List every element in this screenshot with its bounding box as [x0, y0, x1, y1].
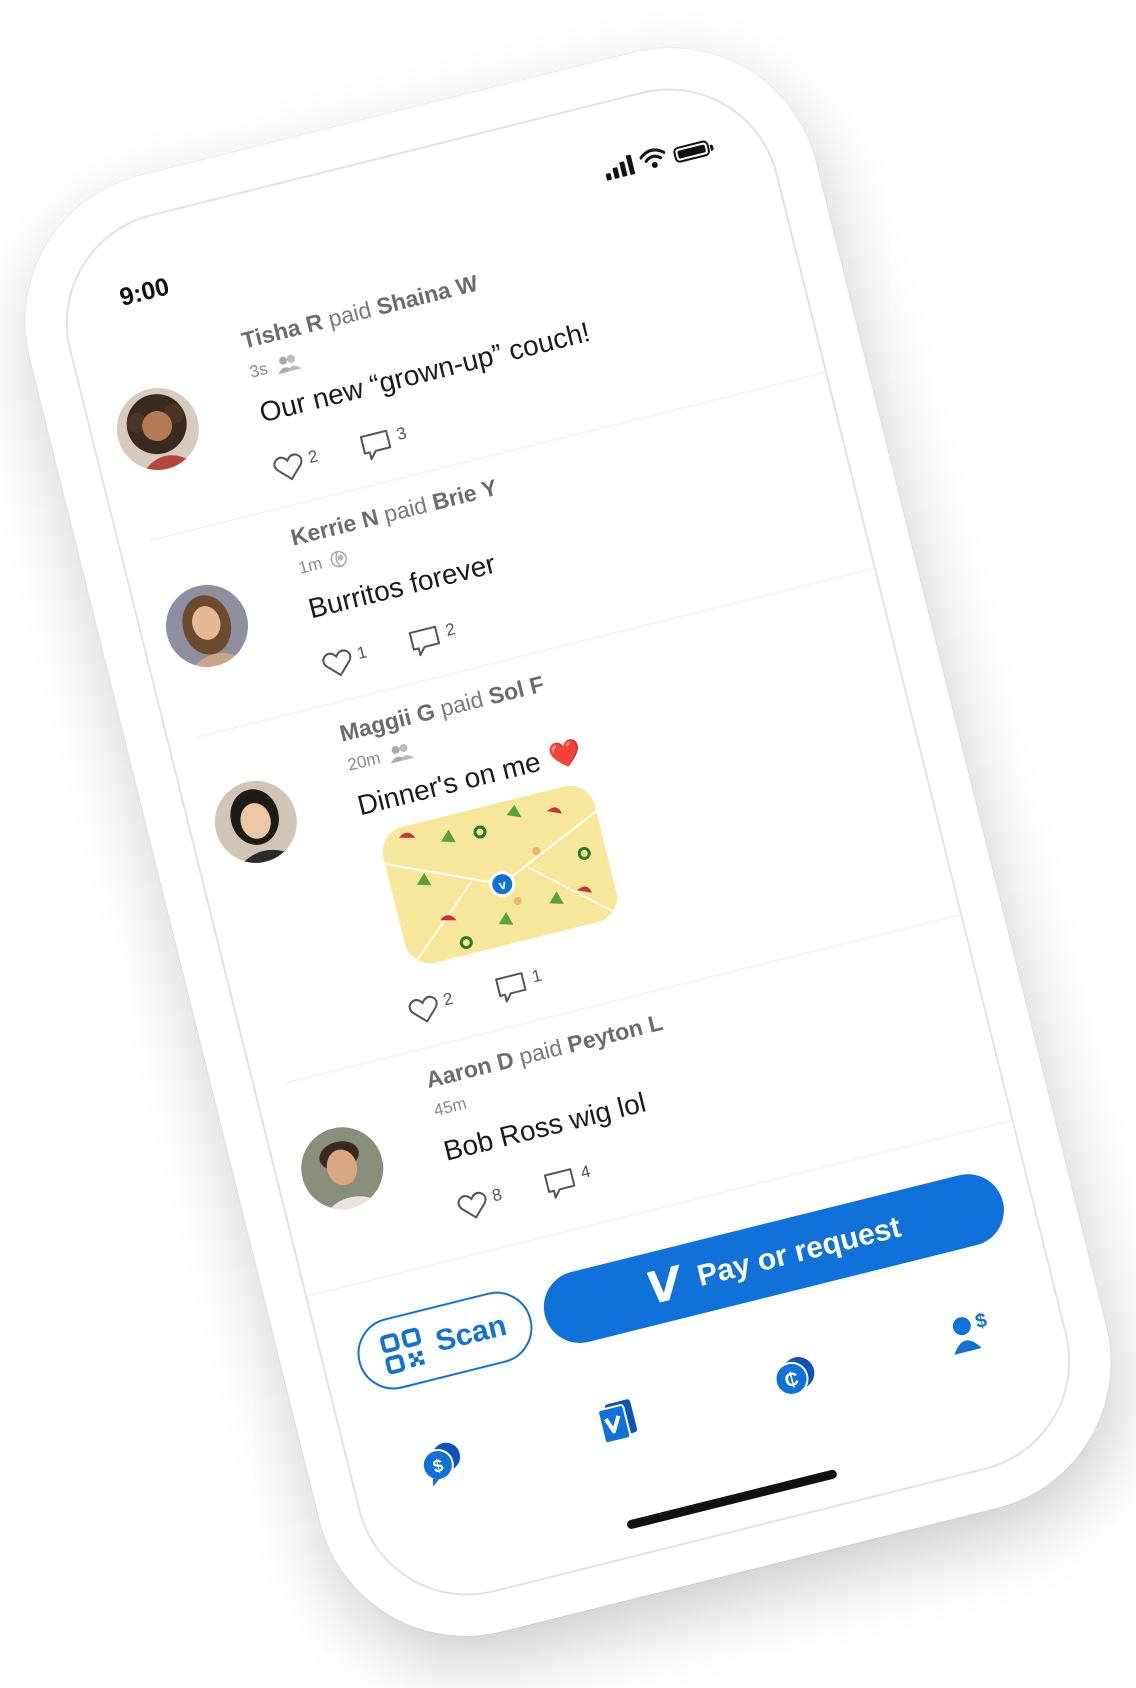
like-count: 8	[490, 1185, 505, 1206]
scan-label: Scan	[432, 1308, 510, 1359]
payee-name[interactable]: Brie Y	[429, 474, 499, 515]
cards-icon	[597, 1399, 638, 1445]
battery-icon	[672, 139, 712, 164]
heart-emoji: ❤️	[545, 735, 585, 773]
comment-icon	[544, 1168, 576, 1199]
comment-button[interactable]: 1	[493, 965, 546, 1006]
me-icon: $	[953, 1309, 990, 1355]
avatar[interactable]	[108, 379, 208, 479]
comment-count: 2	[443, 619, 458, 641]
comment-count: 1	[529, 965, 544, 987]
like-button[interactable]: 1	[320, 643, 371, 681]
stage: 9:00 Tisha R paid Shaina W 3s Our new “g…	[0, 0, 1136, 1688]
like-count: 2	[441, 988, 456, 1010]
activity-feed: Tisha R paid Shaina W 3s Our new “grown-…	[72, 175, 1009, 1286]
heart-icon	[322, 649, 352, 677]
venmo-logo-icon: V	[641, 1257, 687, 1315]
qr-code-icon	[380, 1327, 426, 1375]
tab-crypto[interactable]: ₵	[761, 1342, 829, 1410]
like-button[interactable]: 2	[271, 446, 322, 484]
avatar[interactable]	[157, 575, 257, 676]
friends-icon	[278, 354, 302, 374]
story-verb: paid	[516, 1033, 565, 1070]
comment-count: 3	[394, 422, 409, 444]
status-time: 9:00	[116, 272, 173, 312]
like-count: 1	[354, 642, 369, 664]
comment-icon	[495, 971, 527, 1003]
avatar[interactable]	[206, 772, 306, 872]
heart-icon	[457, 1192, 487, 1220]
story-time: 20m	[345, 748, 383, 775]
story-time: 1m	[296, 553, 325, 578]
comment-icon	[360, 429, 392, 460]
like-count: 2	[305, 445, 320, 467]
pay-or-request-label: Pay or request	[693, 1210, 905, 1294]
heart-icon	[408, 995, 438, 1023]
heart-icon	[273, 453, 303, 480]
tab-me[interactable]: $	[937, 1298, 1005, 1366]
globe-icon	[330, 551, 347, 568]
avatar[interactable]	[292, 1118, 392, 1218]
like-button[interactable]: 2	[406, 989, 457, 1027]
payee-name[interactable]: Sol F	[486, 671, 547, 710]
story-title: Tisha R paid Shaina W	[239, 203, 748, 355]
wifi-icon	[639, 148, 666, 168]
story-verb: paid	[325, 296, 374, 333]
story-verb: paid	[381, 491, 430, 527]
phone: 9:00 Tisha R paid Shaina W 3s Our new “g…	[0, 16, 1136, 1668]
story-verb: paid	[437, 685, 486, 722]
comment-count: 4	[578, 1162, 593, 1183]
status-icons	[602, 134, 712, 181]
comment-icon	[409, 625, 441, 657]
cellular-signal-icon	[602, 153, 636, 181]
comment-button[interactable]: 4	[542, 1162, 595, 1203]
tab-cards[interactable]	[585, 1386, 653, 1454]
friends-icon	[390, 743, 415, 764]
scan-button[interactable]: Scan	[349, 1284, 541, 1398]
home-icon: $	[421, 1442, 460, 1487]
like-button[interactable]: 8	[455, 1185, 506, 1223]
comment-button[interactable]: 2	[407, 619, 460, 660]
app-screen: 9:00 Tisha R paid Shaina W 3s Our new “g…	[42, 64, 1094, 1620]
comment-button[interactable]: 3	[358, 423, 411, 464]
story-time: 45m	[431, 1094, 469, 1121]
svg-text:$: $	[973, 1309, 989, 1333]
crypto-icon: ₵	[774, 1357, 815, 1396]
story-time: 3s	[247, 358, 270, 382]
tab-home[interactable]: $	[409, 1430, 477, 1498]
